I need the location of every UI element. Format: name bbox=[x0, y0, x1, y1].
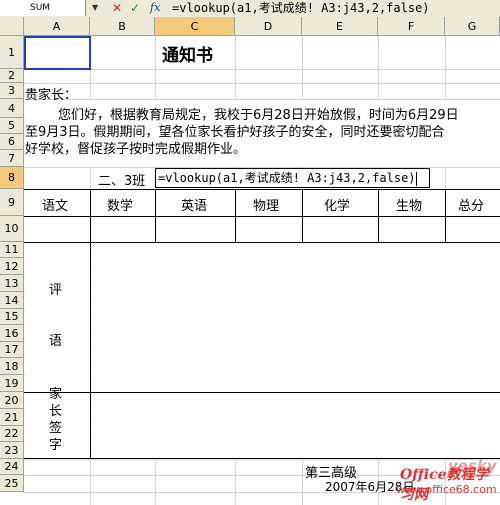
row-header-8[interactable]: 8 bbox=[0, 167, 24, 189]
row-header-22[interactable]: 22 bbox=[0, 426, 24, 442]
row-header-21[interactable]: 21 bbox=[0, 409, 24, 426]
row-header-12[interactable]: 12 bbox=[0, 258, 24, 275]
select-all-corner[interactable] bbox=[0, 17, 24, 36]
table-border bbox=[302, 189, 303, 242]
formula-input[interactable]: =vlookup(a1,考试成绩! A3:j43,2,false) bbox=[172, 0, 430, 17]
row-header-17[interactable]: 17 bbox=[0, 342, 24, 358]
row-header-1[interactable]: 1 bbox=[0, 36, 24, 69]
url-watermark: www.office68.com bbox=[396, 483, 497, 496]
subject-header: 语文 bbox=[42, 199, 69, 214]
row-header-18[interactable]: 18 bbox=[0, 358, 24, 375]
table-border bbox=[24, 189, 500, 190]
row-header-15[interactable]: 15 bbox=[0, 309, 24, 325]
comment-label: 评 bbox=[49, 283, 63, 298]
row-header-9[interactable]: 9 bbox=[0, 189, 24, 216]
row-header-11[interactable]: 11 bbox=[0, 242, 24, 258]
sign-area bbox=[91, 393, 500, 458]
table-border bbox=[24, 216, 500, 217]
column-header-c[interactable]: C bbox=[155, 17, 235, 36]
subject-header: 数学 bbox=[107, 199, 134, 214]
gridline bbox=[24, 69, 500, 70]
enter-check-icon[interactable]: ✓ bbox=[130, 1, 140, 15]
subject-header: 总分 bbox=[458, 199, 485, 214]
subject-header: 物理 bbox=[253, 199, 280, 214]
comment-area bbox=[91, 243, 500, 392]
comment-label-cell bbox=[25, 243, 89, 392]
text-caret bbox=[415, 171, 417, 186]
row-header-6[interactable]: 6 bbox=[0, 134, 24, 150]
table-border bbox=[155, 189, 156, 242]
insert-function-icon[interactable]: fx bbox=[150, 1, 160, 15]
table-border bbox=[378, 189, 379, 242]
row-header-19[interactable]: 19 bbox=[0, 375, 24, 392]
table-border bbox=[90, 189, 91, 458]
cell-edit-text: =vlookup(a1,考试成绩! A3:j43,2,false) bbox=[158, 171, 416, 185]
row-header-5[interactable]: 5 bbox=[0, 118, 24, 134]
body-line-3: 好学校，督促孩子按时完成假期作业。 bbox=[25, 142, 247, 157]
cell-edit-c8[interactable]: =vlookup(a1,考试成绩! A3:j43,2,false) bbox=[155, 168, 430, 188]
page-title: 通知书 bbox=[162, 46, 213, 66]
gridline bbox=[24, 459, 500, 460]
subject-header: 生物 bbox=[396, 199, 423, 214]
row-header-20[interactable]: 20 bbox=[0, 392, 24, 409]
column-header-g[interactable]: G bbox=[445, 17, 500, 36]
spreadsheet-grid[interactable]: A B C D E F G 1 2 3 4 5 6 7 8 9 10 11 12… bbox=[0, 17, 500, 505]
row-header-13[interactable]: 13 bbox=[0, 275, 24, 292]
column-header-e[interactable]: E bbox=[302, 17, 378, 36]
column-header-b[interactable]: B bbox=[90, 17, 155, 36]
subject-header: 英语 bbox=[181, 199, 208, 214]
row-header-10[interactable]: 10 bbox=[0, 216, 24, 242]
class-label: 二、3班 bbox=[98, 174, 146, 189]
column-header-a[interactable]: A bbox=[24, 17, 90, 36]
table-border bbox=[24, 392, 500, 393]
column-header-f[interactable]: F bbox=[378, 17, 445, 36]
cancel-icon[interactable]: ✕ bbox=[112, 1, 122, 15]
table-border bbox=[445, 189, 446, 242]
greeting-text: 贵家长： bbox=[25, 88, 78, 103]
table-border bbox=[24, 242, 500, 243]
row-header-4[interactable]: 4 bbox=[0, 99, 24, 118]
formula-bar: SUM ▼ ✕ ✓ fx =vlookup(a1,考试成绩! A3:j43,2,… bbox=[0, 0, 500, 18]
row-header-7[interactable]: 7 bbox=[0, 150, 24, 167]
row-header-3[interactable]: 3 bbox=[0, 83, 24, 99]
row-header-14[interactable]: 14 bbox=[0, 292, 24, 309]
row-header-23[interactable]: 23 bbox=[0, 442, 24, 459]
column-header-d[interactable]: D bbox=[235, 17, 302, 36]
table-border bbox=[24, 458, 500, 459]
comment-label: 语 bbox=[49, 334, 63, 349]
referenced-cell-a1[interactable] bbox=[24, 36, 91, 70]
subject-header: 化学 bbox=[324, 199, 351, 214]
row-header-16[interactable]: 16 bbox=[0, 325, 24, 342]
row-header-2[interactable]: 2 bbox=[0, 69, 24, 83]
table-border bbox=[235, 189, 236, 242]
row-header-25[interactable]: 25 bbox=[0, 475, 24, 492]
parent-sign-char: 字 bbox=[49, 438, 63, 453]
gridline bbox=[24, 83, 500, 84]
row-header-24[interactable]: 24 bbox=[0, 459, 24, 475]
chevron-down-icon[interactable]: ▼ bbox=[92, 3, 98, 12]
name-box[interactable]: SUM bbox=[0, 0, 86, 16]
